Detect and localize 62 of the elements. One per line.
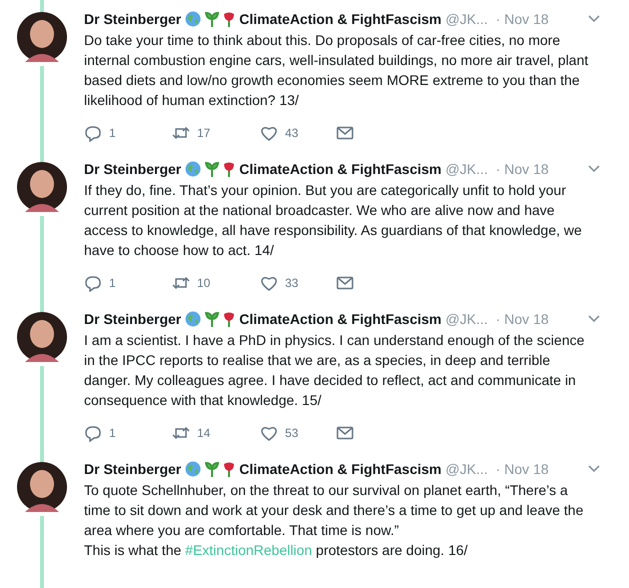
author-name[interactable]: Dr Steinberger xyxy=(84,310,182,328)
avatar[interactable] xyxy=(17,312,67,362)
rose-icon xyxy=(223,461,236,477)
seedling-icon xyxy=(205,311,220,327)
like-count: 43 xyxy=(285,125,298,142)
like-count: 33 xyxy=(285,275,298,292)
rose-icon xyxy=(223,161,236,177)
reply-count: 1 xyxy=(109,125,116,142)
author-handle[interactable]: @JK... xyxy=(446,460,488,478)
retweet-icon[interactable] xyxy=(172,424,190,442)
avatar[interactable] xyxy=(17,462,67,512)
tweet-text: If they do, fine. That’s your opinion. But you are categorically unfit to hold your current position at the national broadcaster. We who are alive now and have access to knowledge, all have responsibility. As guardians of that knowledge, we have to choose how to act. 14/ xyxy=(84,181,583,260)
author-name[interactable]: ClimateAction & FightFascism xyxy=(239,310,442,328)
reply-icon[interactable] xyxy=(84,274,102,292)
author-name[interactable]: ClimateAction & FightFascism xyxy=(239,460,442,478)
heart-icon[interactable] xyxy=(260,274,278,292)
tweet-date[interactable]: · Nov 18 xyxy=(496,310,549,328)
mail-icon[interactable] xyxy=(336,425,354,441)
retweet-icon[interactable] xyxy=(172,274,190,292)
heart-icon[interactable] xyxy=(260,424,278,442)
retweet-count: 17 xyxy=(197,125,210,142)
author-name[interactable]: ClimateAction & FightFascism xyxy=(239,10,442,28)
globe-icon xyxy=(185,11,202,27)
seedling-icon xyxy=(205,11,220,27)
author-handle[interactable]: @JK... xyxy=(446,310,488,328)
author-name[interactable]: ClimateAction & FightFascism xyxy=(239,160,442,178)
mail-icon[interactable] xyxy=(336,125,354,141)
mail-icon[interactable] xyxy=(336,275,354,291)
author-name[interactable]: Dr Steinberger xyxy=(84,460,182,478)
globe-icon xyxy=(185,461,202,477)
avatar[interactable] xyxy=(17,162,67,212)
reply-count: 1 xyxy=(109,425,116,442)
globe-icon xyxy=(185,311,202,327)
author-name[interactable]: Dr Steinberger xyxy=(84,10,182,28)
author-name[interactable]: Dr Steinberger xyxy=(84,160,182,178)
tweet-text: Do take your time to think about this. Do proposals of car-free cities, no more internal combustion engine cars, well-insulated buildings, no more air travel, plant based diets and low/no growth economies seem MORE extreme to you than the likelihood of human extinction? 13/ xyxy=(84,31,589,110)
author-handle[interactable]: @JK... xyxy=(446,10,488,28)
globe-icon xyxy=(185,161,202,177)
chevron-icon[interactable] xyxy=(587,14,601,24)
retweet-icon[interactable] xyxy=(172,124,190,142)
rose-icon xyxy=(223,11,236,27)
tweet-date[interactable]: · Nov 18 xyxy=(496,160,549,178)
retweet-count: 14 xyxy=(197,425,210,442)
hashtag-link[interactable]: #ExtinctionRebellion xyxy=(185,542,312,558)
reply-count: 1 xyxy=(109,275,116,292)
heart-icon[interactable] xyxy=(260,124,278,142)
chevron-icon[interactable] xyxy=(587,164,601,174)
tweet-date[interactable]: · Nov 18 xyxy=(496,10,549,28)
chevron-icon[interactable] xyxy=(587,314,601,324)
reply-icon[interactable] xyxy=(84,424,102,442)
reply-icon[interactable] xyxy=(84,124,102,142)
avatar[interactable] xyxy=(17,12,67,62)
tweet-text: I am a scientist. I have a PhD in physics. I can understand enough of the science in the IPCC reports to realise that we are, as a species, in deep and terrible danger. My colleagues agree. I have decided to reflect, act and communicate in consequence with that knowledge. 15/ xyxy=(84,331,586,410)
seedling-icon xyxy=(205,461,220,477)
seedling-icon xyxy=(205,161,220,177)
like-count: 53 xyxy=(285,425,298,442)
author-handle[interactable]: @JK... xyxy=(446,160,488,178)
tweet-text: To quote Schellnhuber, on the threat to our survival on planet earth, “There’s a time to sit down and work at your desk and there’s a time to get up and leave the area where you are comfortable. That time is now.” This is what the #ExtinctionRebellion protestors are doing. 16/ xyxy=(84,481,584,560)
tweet-date[interactable]: · Nov 18 xyxy=(496,460,549,478)
chevron-icon[interactable] xyxy=(587,464,601,474)
rose-icon xyxy=(223,311,236,327)
retweet-count: 10 xyxy=(197,275,210,292)
